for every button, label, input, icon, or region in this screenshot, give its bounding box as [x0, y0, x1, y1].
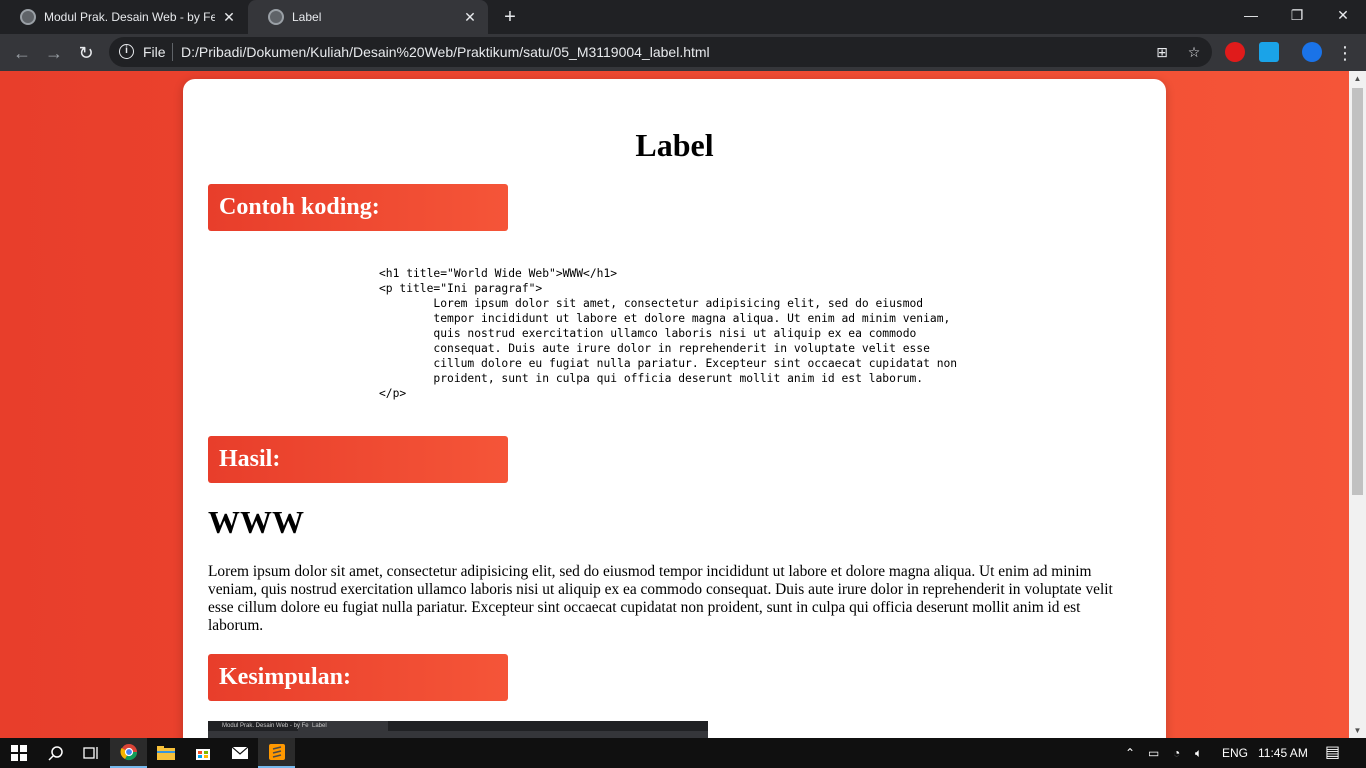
adblock-extension-icon[interactable] — [1225, 42, 1245, 62]
mail-icon[interactable] — [221, 738, 258, 768]
taskbar: ⌃ ▭ ◔ 🔈︎ ENG 11:45 AM ▤ — [0, 738, 1366, 768]
result-heading: WWW — [208, 504, 304, 540]
search-icon[interactable] — [37, 738, 74, 768]
divider — [172, 43, 173, 61]
tab-modul[interactable]: Modul Prak. Desain Web - by Fer ✕ — [0, 0, 247, 34]
content-card: Label Contoh koding: <h1 title="World Wi… — [183, 79, 1166, 738]
page-title: Label — [635, 127, 714, 163]
tab-strip: Modul Prak. Desain Web - by Fer ✕ Label … — [0, 0, 1366, 34]
close-window-button[interactable]: ✕ — [1320, 0, 1366, 30]
forward-button[interactable]: → — [41, 40, 67, 66]
tab-title: Label — [292, 10, 322, 24]
browser-toolbar: ← → ↻ i File D:/Pribadi/Dokumen/Kuliah/D… — [0, 34, 1366, 71]
extension-icon[interactable] — [1259, 42, 1279, 62]
scroll-down-icon[interactable]: ▼ — [1353, 726, 1362, 735]
language-indicator[interactable]: ENG — [1222, 738, 1248, 768]
battery-icon[interactable]: ▭ — [1148, 738, 1159, 768]
back-button[interactable]: ← — [9, 40, 35, 66]
scheme-label: File — [143, 44, 166, 60]
tab-label[interactable]: Label ✕ — [248, 0, 488, 34]
vertical-scrollbar[interactable]: ▲ ▼ — [1349, 71, 1366, 738]
address-bar[interactable]: i File D:/Pribadi/Dokumen/Kuliah/Desain%… — [109, 37, 1212, 67]
tab-title: Modul Prak. Desain Web - by Fer — [44, 10, 215, 24]
page-viewport: Label Contoh koding: <h1 title="World Wi… — [0, 71, 1349, 738]
profile-avatar-icon[interactable] — [1302, 42, 1322, 62]
result-paragraph: Lorem ipsum dolor sit amet, consectetur … — [208, 563, 1113, 634]
wifi-icon[interactable]: ◔ — [1173, 738, 1180, 768]
volume-icon[interactable]: 🔈︎ — [1195, 738, 1202, 768]
scroll-up-icon[interactable]: ▲ — [1353, 74, 1362, 83]
tab-close-icon[interactable]: ✕ — [221, 9, 237, 25]
translate-icon[interactable]: ⊞ — [1153, 43, 1171, 61]
action-center-icon[interactable]: ▤ — [1325, 738, 1340, 768]
task-view-icon[interactable] — [72, 738, 109, 768]
clock[interactable]: 11:45 AM — [1258, 738, 1308, 768]
globe-icon — [268, 9, 284, 25]
reload-button[interactable]: ↻ — [73, 40, 99, 66]
chrome-taskbar-icon[interactable] — [110, 738, 147, 768]
screenshot-tab-title: Label — [312, 723, 327, 729]
tab-close-icon[interactable]: ✕ — [462, 9, 478, 25]
section-header-conclusion: Kesimpulan: — [208, 654, 508, 701]
globe-icon — [20, 9, 36, 25]
file-explorer-icon[interactable] — [147, 738, 184, 768]
bookmark-star-icon[interactable]: ☆ — [1185, 43, 1203, 61]
sublime-text-icon[interactable] — [258, 738, 295, 768]
screenshot-toolbar — [208, 731, 708, 738]
minimize-button[interactable]: — — [1228, 0, 1274, 30]
menu-kebab-icon[interactable]: ⋮ — [1332, 40, 1358, 66]
new-tab-button[interactable]: + — [498, 5, 522, 29]
info-icon[interactable]: i — [119, 44, 134, 59]
store-icon[interactable] — [184, 738, 221, 768]
chevron-up-icon[interactable]: ⌃ — [1125, 738, 1135, 768]
code-sample: <h1 title="World Wide Web">WWW</h1> <p t… — [379, 267, 958, 400]
restore-button[interactable]: ❐ — [1274, 0, 1320, 30]
screenshot-tab-title: Modul Prak. Desain Web - by Fe — [222, 723, 309, 729]
url-text[interactable]: D:/Pribadi/Dokumen/Kuliah/Desain%20Web/P… — [181, 44, 710, 60]
conclusion-screenshot-image: Modul Prak. Desain Web - by Fe Label — [208, 721, 708, 738]
scrollbar-thumb[interactable] — [1352, 88, 1363, 495]
section-header-result: Hasil: — [208, 436, 508, 483]
section-header-code: Contoh koding: — [208, 184, 508, 231]
windows-start-icon[interactable] — [0, 738, 37, 768]
